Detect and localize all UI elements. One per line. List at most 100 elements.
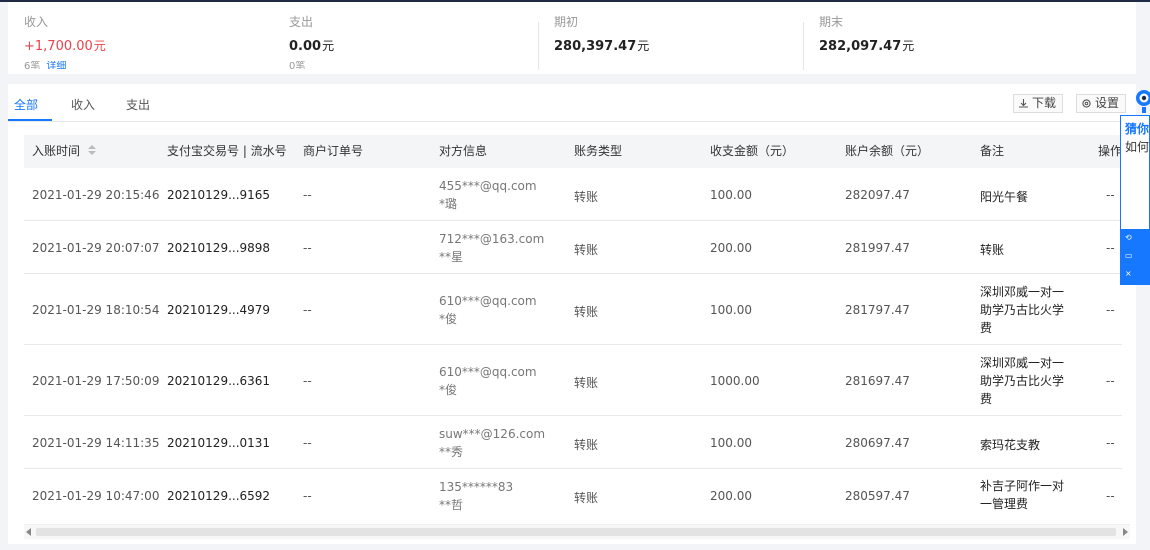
summary-income: 收入 +1,700.00元 6笔 详细 [8, 2, 273, 74]
help-close-icon[interactable]: × [1121, 265, 1149, 283]
cell-counterparty: 610***@qq.com *俊 [439, 365, 537, 397]
col-time[interactable]: 入账时间 [32, 135, 97, 168]
cell-remark: 阳光午餐 [980, 190, 1029, 204]
cell-order-no: -- [303, 188, 312, 202]
detail-link[interactable]: 详细 [46, 61, 66, 69]
cell-type: 转账 [574, 243, 599, 257]
summary-expense: 支出 0.00元 0笔 [273, 2, 538, 74]
summary-value: 282,097.47元 [819, 39, 915, 54]
robot-assistant-icon[interactable] [1132, 88, 1150, 114]
table-row: 2021-01-29 10:47:00 20210129...6592 -- 1… [24, 469, 1122, 520]
gear-icon [1082, 99, 1091, 108]
cell-remark: 深圳邓威一对一助学乃古比火学费 [980, 356, 1065, 406]
cell-order-no: -- [303, 489, 312, 503]
summary-label: 期末 [819, 15, 844, 29]
cell-counterparty: 712***@163.com **星 [439, 232, 545, 264]
table-row: 2021-01-29 14:11:35 20210129...0131 -- s… [24, 416, 1122, 469]
scrollbar-thumb[interactable] [36, 528, 1116, 536]
cell-balance: 280697.47 [845, 436, 910, 450]
summary-label: 收入 [24, 15, 49, 29]
col-order-no: 商户订单号 [303, 144, 364, 158]
cell-time: 2021-01-29 10:47:00 [32, 489, 160, 503]
cell-op: -- [1106, 188, 1115, 202]
scroll-left-arrow-icon[interactable] [26, 528, 31, 536]
summary-opening: 期初 280,397.47元 [538, 2, 803, 74]
cell-remark: 索玛花支教 [980, 438, 1041, 452]
scroll-right-arrow-icon[interactable] [1123, 528, 1128, 536]
records-table: 入账时间 支付宝交易号 | 流水号 商户订单号 对方信息 账务类型 收支金额（元… [24, 135, 1122, 520]
cell-counterparty: suw***@126.com **秀 [439, 427, 546, 459]
cell-remark: 深圳邓威一对一助学乃古比火学费 [980, 285, 1065, 335]
col-amount: 收支金额（元） [710, 144, 795, 158]
horizontal-scrollbar[interactable] [24, 524, 1130, 539]
cell-balance: 281997.47 [845, 241, 910, 255]
cell-type: 转账 [574, 376, 599, 390]
cell-order-no: -- [303, 436, 312, 450]
cell-type: 转账 [574, 438, 599, 452]
summary-sub: 6笔 详细 [24, 61, 273, 69]
cell-counterparty: 135******83 **哲 [439, 480, 514, 512]
cell-trade-no[interactable]: 20210129...6592 [167, 489, 270, 503]
table-header: 入账时间 支付宝交易号 | 流水号 商户订单号 对方信息 账务类型 收支金额（元… [24, 135, 1122, 168]
settings-button[interactable]: 设置 [1076, 94, 1127, 113]
table-row: 2021-01-29 18:10:54 20210129...4979 -- 6… [24, 274, 1122, 345]
download-button[interactable]: 下载 [1013, 94, 1064, 113]
cell-trade-no[interactable]: 20210129...9165 [167, 188, 270, 202]
cell-op: -- [1106, 241, 1115, 255]
cell-type: 转账 [574, 305, 599, 319]
table-row: 2021-01-29 20:15:46 20210129...9165 -- 4… [24, 168, 1122, 221]
help-widget[interactable]: 猜你问： 如何汇总转账办 ⟲ ▭ × [1120, 115, 1150, 285]
cell-trade-no[interactable]: 20210129...6361 [167, 374, 270, 388]
cell-order-no: -- [303, 303, 312, 317]
cell-time: 2021-01-29 20:15:46 [32, 188, 160, 202]
download-label: 下载 [1032, 96, 1057, 110]
summary-value: 0.00元 [289, 39, 335, 54]
cell-amount: 1000.00 [710, 374, 760, 388]
summary-value: +1,700.00元 [24, 39, 106, 54]
help-action-bar[interactable]: ⟲ ▭ × [1121, 229, 1149, 284]
cell-trade-no[interactable]: 20210129...9898 [167, 241, 270, 255]
cell-op: -- [1106, 303, 1115, 317]
summary-bar: 收入 +1,700.00元 6笔 详细 支出 0.00元 0笔 期初 280,39… [8, 2, 1136, 74]
settings-label: 设置 [1095, 96, 1120, 110]
cell-type: 转账 [574, 491, 599, 505]
cell-remark: 转账 [980, 243, 1005, 257]
tab-all[interactable]: 全部 [8, 84, 52, 121]
cell-order-no: -- [303, 241, 312, 255]
cell-balance: 281697.47 [845, 374, 910, 388]
cell-amount: 100.00 [710, 303, 752, 317]
cell-amount: 100.00 [710, 436, 752, 450]
cell-balance: 281797.47 [845, 303, 910, 317]
col-type: 账务类型 [574, 144, 623, 158]
summary-closing: 期末 282,097.47元 [803, 2, 1136, 74]
table-row: 2021-01-29 20:07:07 20210129...9898 -- 7… [24, 221, 1122, 274]
cell-op: -- [1106, 374, 1115, 388]
cell-counterparty: 610***@qq.com *俊 [439, 294, 537, 326]
cell-amount: 100.00 [710, 188, 752, 202]
col-trade-no: 支付宝交易号 | 流水号 [167, 144, 287, 158]
help-question[interactable]: 如何汇总转账办 [1121, 138, 1149, 210]
col-op: 操作 [1098, 144, 1122, 158]
cell-op: -- [1106, 436, 1115, 450]
col-balance: 账户余额（元） [845, 144, 930, 158]
table-row: 2021-01-29 17:50:09 20210129...6361 -- 6… [24, 345, 1122, 416]
download-icon [1019, 99, 1028, 108]
cell-counterparty: 455***@qq.com *璐 [439, 179, 537, 211]
tab-bar: 全部 收入 支出 下载 设置 [8, 84, 1136, 122]
cell-trade-no[interactable]: 20210129...4979 [167, 303, 270, 317]
help-book-icon[interactable]: ▭ [1121, 247, 1149, 265]
records-panel: 全部 收入 支出 下载 设置 入账时间 支付宝交易号 | 流水号 商户订单号 对… [8, 84, 1136, 544]
tab-expense[interactable]: 支出 [126, 84, 150, 120]
cell-time: 2021-01-29 18:10:54 [32, 303, 160, 317]
help-refresh-icon[interactable]: ⟲ [1121, 229, 1149, 247]
summary-label: 支出 [289, 15, 314, 29]
tab-income[interactable]: 收入 [71, 84, 95, 120]
summary-sub: 0笔 [289, 61, 306, 69]
col-counterparty: 对方信息 [439, 144, 488, 158]
cell-trade-no[interactable]: 20210129...0131 [167, 436, 270, 450]
cell-remark: 补吉子阿作一对一管理费 [980, 479, 1065, 511]
cell-balance: 280597.47 [845, 489, 910, 503]
sort-icon[interactable] [88, 144, 97, 157]
cell-balance: 282097.47 [845, 188, 910, 202]
cell-amount: 200.00 [710, 241, 752, 255]
